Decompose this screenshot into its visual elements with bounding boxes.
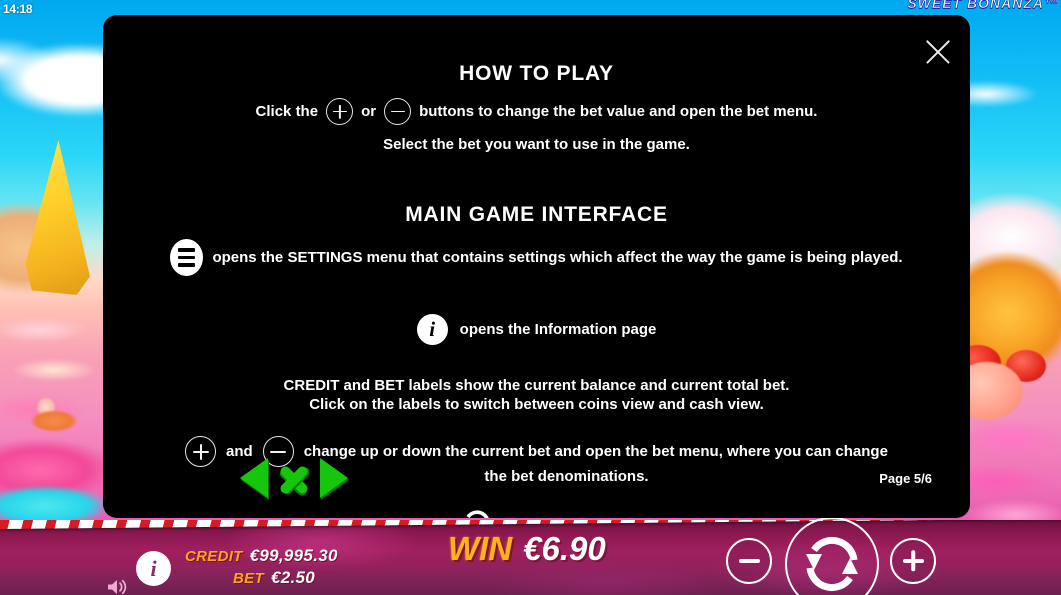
information-icon: i xyxy=(416,314,448,345)
how-to-play-title: HOW TO PLAY xyxy=(459,62,614,85)
settings-instruction-text: opens the SETTINGS menu that contains se… xyxy=(212,248,903,266)
increase-bet-button[interactable] xyxy=(890,538,936,584)
spin-instruction-row: starts the game xyxy=(103,508,970,518)
minus-glyph xyxy=(390,110,405,113)
instruction-middle: or xyxy=(361,102,377,120)
close-icon[interactable] xyxy=(921,35,955,69)
select-bet-instruction: Select the bet you want to use in the ga… xyxy=(383,136,690,153)
bet-value: €2.50 xyxy=(270,568,315,587)
plus-glyph-v xyxy=(199,443,202,460)
decrease-bet-button[interactable] xyxy=(726,538,772,584)
settings-menu-icon xyxy=(170,239,204,276)
bet-change-text-line2: the bet denominations. xyxy=(484,468,649,485)
settings-line xyxy=(178,263,196,267)
previous-page-arrow[interactable] xyxy=(240,458,268,498)
bet-label: BET xyxy=(233,570,264,587)
plus-circle-icon xyxy=(185,436,217,467)
minus-glyph xyxy=(738,559,760,563)
bet-change-instruction-row: and change up or down the current bet an… xyxy=(103,436,970,467)
plus-circle-icon xyxy=(326,98,354,125)
how-to-play-modal: HOW TO PLAY Click the or buttons to chan… xyxy=(103,15,970,518)
main-game-interface-title: MAIN GAME INTERFACE xyxy=(405,203,668,226)
win-value: €6.90 xyxy=(523,530,606,567)
modal-navigation xyxy=(240,458,348,498)
info-instruction-row: i opens the Information page xyxy=(103,314,970,345)
win-display: WIN €6.90 xyxy=(448,530,606,568)
credit-bet-instruction-line2: Click on the labels to switch between co… xyxy=(309,396,764,413)
information-icon[interactable]: i xyxy=(136,551,171,586)
settings-instruction-row: opens the SETTINGS menu that contains se… xyxy=(103,239,970,276)
spin-refresh-icon xyxy=(806,537,858,591)
candy-stripe-divider xyxy=(0,520,1061,529)
credit-label: CREDIT xyxy=(185,548,243,565)
bet-change-text-line1: change up or down the current bet and op… xyxy=(303,442,888,460)
page-indicator: Page 5/6 xyxy=(879,471,932,486)
credit-display[interactable]: CREDIT €99,995.30 xyxy=(185,546,337,566)
bet-display[interactable]: BET €2.50 xyxy=(185,568,315,588)
instruction-prefix: Click the xyxy=(255,102,319,120)
spin-refresh-icon xyxy=(460,508,494,518)
credit-value: €99,995.30 xyxy=(249,546,338,565)
game-logo: SWEET BONANZA™ xyxy=(907,0,1059,11)
plus-glyph-v xyxy=(338,104,341,119)
instruction-suffix: buttons to change the bet value and open… xyxy=(419,102,818,120)
minus-circle-icon xyxy=(384,98,412,125)
win-label: WIN xyxy=(448,530,513,567)
next-page-arrow[interactable] xyxy=(320,458,348,498)
spin-instruction-text: starts the game xyxy=(502,517,613,519)
close-help-x[interactable] xyxy=(274,458,314,498)
sound-on-icon[interactable] xyxy=(106,578,130,595)
credit-bet-instruction-line1: CREDIT and BET labels show the current b… xyxy=(283,377,790,394)
settings-line xyxy=(178,248,196,252)
info-instruction-text: opens the Information page xyxy=(459,320,657,338)
plus-glyph-v xyxy=(911,550,915,572)
minus-glyph xyxy=(270,450,287,453)
settings-line xyxy=(178,255,196,260)
bet-buttons-instruction-row: Click the or buttons to change the bet v… xyxy=(103,98,970,125)
status-bar-clock: 14:18 xyxy=(3,2,33,16)
spin-button[interactable] xyxy=(785,517,879,595)
